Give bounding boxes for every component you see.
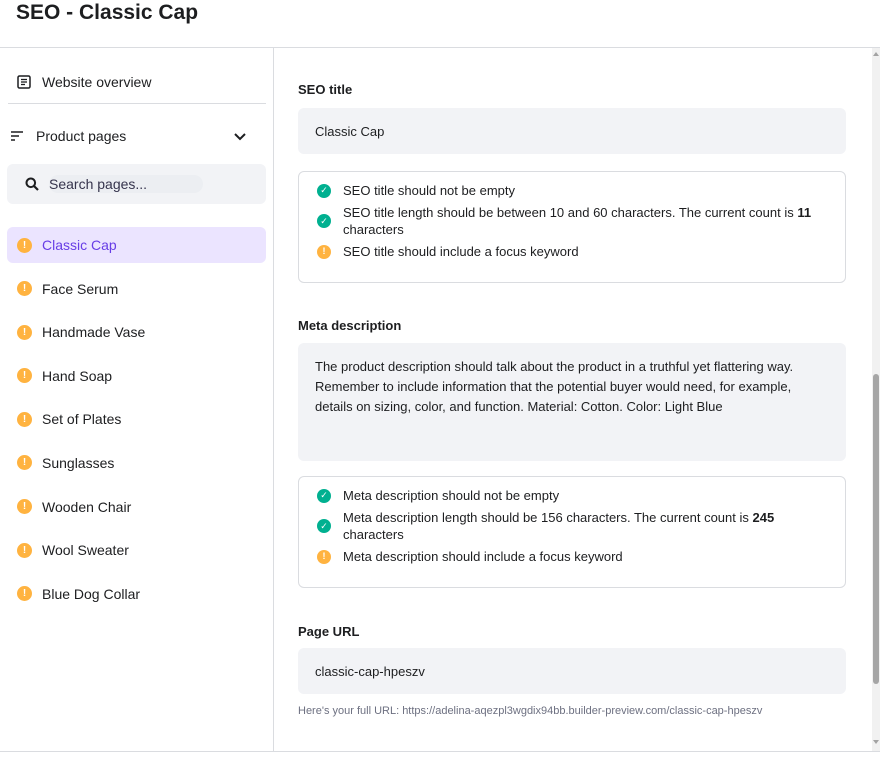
- chevron-down-icon: [232, 128, 248, 144]
- search-input[interactable]: [49, 176, 189, 192]
- check-icon: ✓: [317, 183, 331, 198]
- page-item-label: Face Serum: [42, 280, 119, 297]
- product-pages-dropdown[interactable]: Product pages: [8, 114, 266, 158]
- warning-icon: !: [17, 455, 32, 471]
- check-text: Meta description length should be 156 ch…: [343, 510, 775, 542]
- page-item-classic-cap[interactable]: ! Classic Cap: [7, 227, 266, 263]
- website-overview-link[interactable]: Website overview: [8, 60, 266, 104]
- main-panel: SEO title Classic Cap ✓ SEO title should …: [275, 48, 872, 751]
- divider: [0, 751, 880, 752]
- page-item-set-of-plates[interactable]: ! Set of Plates: [7, 401, 266, 437]
- page-item-label: Classic Cap: [42, 237, 117, 253]
- page-header: SEO - Classic Cap: [0, 0, 880, 48]
- page-item-label: Wool Sweater: [42, 542, 129, 559]
- search-box: [7, 164, 266, 204]
- page-title: SEO - Classic Cap: [16, 1, 199, 24]
- warning-icon: !: [17, 499, 32, 515]
- check-row: ✓ Meta description should not be empty: [317, 487, 829, 504]
- meta-description-checks: ✓ Meta description should not be empty ✓ M…: [298, 476, 846, 588]
- warning-icon: !: [17, 411, 32, 427]
- check-text: SEO title should include a focus keyword: [343, 244, 579, 259]
- meta-description-heading: Meta description: [298, 318, 402, 333]
- check-text: SEO title length should be between 10 an…: [343, 205, 812, 237]
- document-icon: [16, 74, 32, 90]
- scroll-up-icon[interactable]: [873, 52, 879, 56]
- page-item-label: Sunglasses: [42, 454, 115, 471]
- check-icon: ✓: [317, 214, 331, 228]
- search-icon: [25, 176, 41, 192]
- check-text: Meta description should include a focus …: [343, 549, 623, 564]
- warning-icon: !: [317, 549, 331, 564]
- main-scrollbar[interactable]: [872, 48, 880, 751]
- page-item-label: Handmade Vase: [42, 324, 146, 341]
- page-item-label: Set of Plates: [42, 411, 122, 428]
- check-text: Meta description should not be empty: [343, 488, 560, 503]
- seo-title-field[interactable]: Classic Cap: [298, 108, 846, 154]
- page-url-heading: Page URL: [298, 624, 360, 639]
- seo-title-checks: ✓ SEO title should not be empty ✓ SEO titl…: [298, 171, 846, 283]
- scrollbar-thumb[interactable]: [873, 374, 879, 684]
- sort-icon: [10, 128, 26, 144]
- check-row: ✓ SEO title length should be between 10 a…: [317, 204, 829, 238]
- page-item-label: Blue Dog Collar: [42, 585, 141, 602]
- page-item-face-serum[interactable]: ! Face Serum: [7, 271, 266, 307]
- warning-icon: !: [17, 542, 32, 558]
- check-icon: ✓: [317, 519, 331, 533]
- page-url-field[interactable]: classic-cap-hpeszv: [298, 648, 846, 694]
- warning-icon: !: [17, 586, 32, 602]
- check-row: ✓ Meta description length should be 156 c…: [317, 509, 829, 543]
- page-item-wooden-chair[interactable]: ! Wooden Chair: [7, 489, 266, 525]
- warning-icon: !: [17, 368, 32, 384]
- page-item-handmade-vase[interactable]: ! Handmade Vase: [7, 314, 266, 350]
- page-list: ! Classic Cap ! Face Serum ! Handmade Vase …: [7, 227, 266, 619]
- meta-description-field[interactable]: The product description should talk abou…: [298, 343, 846, 461]
- check-text: SEO title should not be empty: [343, 183, 515, 198]
- warning-icon: !: [17, 281, 32, 297]
- website-overview-label: Website overview: [42, 73, 152, 90]
- check-row: ! Meta description should include a focus…: [317, 548, 829, 565]
- seo-title-heading: SEO title: [298, 82, 353, 97]
- warning-icon: !: [17, 324, 32, 340]
- warning-icon: !: [317, 244, 331, 259]
- check-icon: ✓: [317, 488, 331, 503]
- page-item-blue-dog-collar[interactable]: ! Blue Dog Collar: [7, 576, 266, 612]
- scroll-down-icon[interactable]: [873, 740, 879, 744]
- sidebar: Website overview Product pages ! Classic …: [0, 48, 274, 751]
- check-row: ! SEO title should include a focus keywor…: [317, 243, 829, 260]
- check-row: ✓ SEO title should not be empty: [317, 182, 829, 199]
- product-pages-label: Product pages: [36, 128, 127, 144]
- warning-icon: !: [17, 237, 32, 253]
- page-item-label: Wooden Chair: [42, 498, 132, 515]
- page-item-wool-sweater[interactable]: ! Wool Sweater: [7, 532, 266, 568]
- page-item-sunglasses[interactable]: ! Sunglasses: [7, 445, 266, 481]
- page-item-hand-soap[interactable]: ! Hand Soap: [7, 358, 266, 394]
- page-item-label: Hand Soap: [42, 367, 113, 384]
- full-url-hint: Here's your full URL: https://adelina-aq…: [298, 705, 763, 717]
